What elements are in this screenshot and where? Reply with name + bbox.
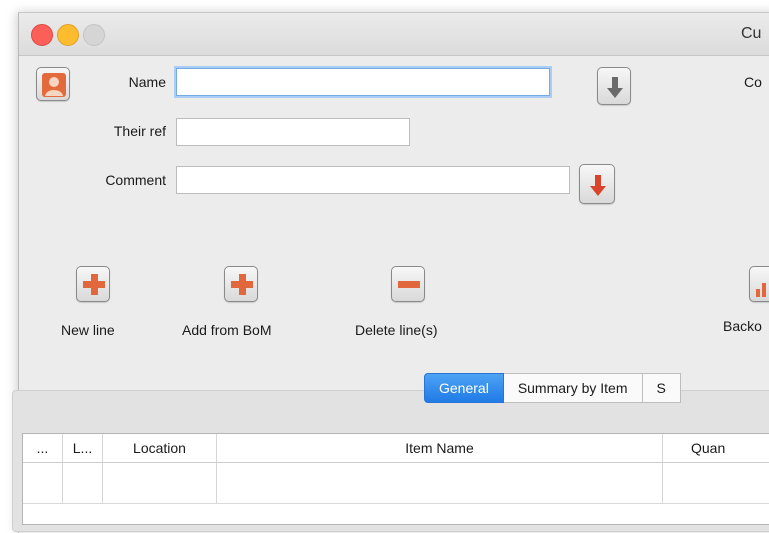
add-from-bom-label: Add from BoM [182,322,272,338]
table-header: ... L... Location Item Name Quan [23,434,769,463]
name-dropdown-button[interactable] [597,67,631,105]
new-line-button[interactable] [76,266,110,302]
window-title: Cu [741,25,762,42]
tab-truncated[interactable]: S [642,373,681,403]
tab-general[interactable]: General [424,373,504,403]
table-row[interactable] [23,463,769,504]
tab-bar: General Summary by Item S [424,373,681,403]
person-icon [42,73,66,97]
column-header-location[interactable]: Location [103,434,217,462]
table-cell [63,463,103,503]
right-label-truncated: Co [744,74,762,90]
plus-icon [83,274,105,295]
bar-chart-icon [756,283,766,297]
title-bar: Cu [19,13,769,56]
tab-summary-by-item[interactable]: Summary by Item [503,373,643,403]
comment-label: Comment [105,172,166,188]
table-cell [23,463,63,503]
their-ref-field[interactable] [176,118,410,146]
column-header[interactable]: ... [23,434,63,462]
comment-field[interactable] [176,166,570,194]
down-arrow-icon [590,175,606,196]
down-arrow-icon [607,77,623,98]
table-cell [663,463,769,503]
backorder-label: Backo [723,318,762,334]
close-window-button[interactable] [31,24,53,46]
lines-table: ... L... Location Item Name Quan [22,433,769,525]
delete-lines-label: Delete line(s) [355,322,438,338]
new-line-label: New line [61,322,115,338]
column-header-item-name[interactable]: Item Name [217,434,663,462]
comment-dropdown-button[interactable] [579,164,615,204]
add-from-bom-button[interactable] [224,266,258,302]
minus-icon [398,281,420,288]
their-ref-label: Their ref [113,123,166,139]
customer-lookup-button[interactable] [36,67,70,101]
minimize-window-button[interactable] [57,24,79,46]
name-label: Name [128,74,166,90]
zoom-window-button[interactable] [83,24,105,46]
delete-lines-button[interactable] [391,266,425,302]
table-cell [217,463,663,503]
backorder-button[interactable] [749,266,769,302]
column-header-quantity[interactable]: Quan [663,434,769,462]
column-header[interactable]: L... [63,434,103,462]
plus-icon [231,274,253,295]
name-field[interactable] [176,68,550,96]
table-cell [103,463,217,503]
